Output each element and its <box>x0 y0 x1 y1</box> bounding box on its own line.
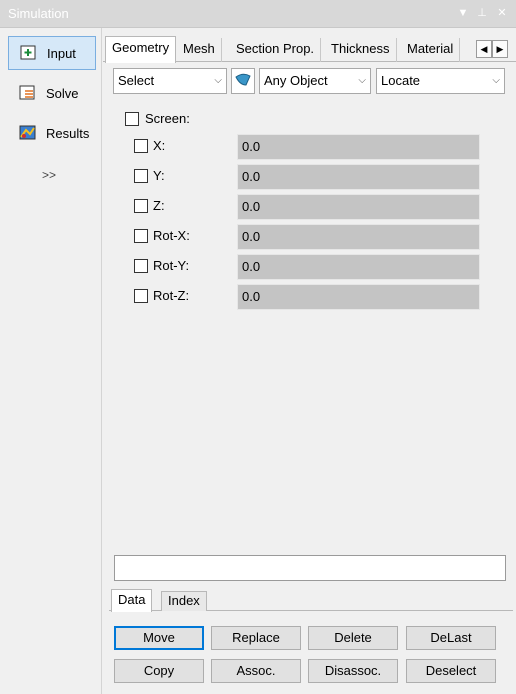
close-icon[interactable]: ✕ <box>494 5 510 21</box>
rot-y-label: Rot-Y: <box>153 258 190 273</box>
delete-button[interactable]: Delete <box>308 626 398 650</box>
selection-toolbar: Select ⌵ Any Object ⌵ Locate ⌵ <box>113 68 508 94</box>
tab-scroll-left-icon[interactable]: ◀ <box>476 40 492 58</box>
x-input[interactable]: 0.0 <box>237 134 480 160</box>
nav-label: Solve <box>46 85 79 101</box>
z-label: Z: <box>153 198 165 213</box>
solve-icon <box>18 84 38 102</box>
tab-material[interactable]: Material <box>401 38 461 62</box>
tab-thickness[interactable]: Thickness <box>325 38 397 62</box>
field-row-rot-y: Rot-Y: 0.0 <box>103 254 516 280</box>
y-input[interactable]: 0.0 <box>237 164 480 190</box>
tab-strip: Geometry Mesh Section Prop. Thickness Ma… <box>103 36 516 63</box>
rot-x-input[interactable]: 0.0 <box>237 224 480 250</box>
y-checkbox[interactable] <box>134 169 148 183</box>
disassoc-button[interactable]: Disassoc. <box>308 659 398 683</box>
field-row-y: Y: 0.0 <box>103 164 516 190</box>
copy-button[interactable]: Copy <box>114 659 204 683</box>
nav-item-solve[interactable]: Solve <box>8 76 96 110</box>
object-filter-dropdown[interactable]: Any Object ⌵ <box>259 68 371 94</box>
rot-z-label: Rot-Z: <box>153 288 190 303</box>
title-bar: Simulation ▼ ⊥ ✕ <box>0 0 516 28</box>
window-title: Simulation <box>8 6 69 21</box>
results-icon <box>18 124 38 142</box>
chevron-down-icon: ⌵ <box>492 75 500 86</box>
dropdown-icon[interactable]: ▼ <box>455 5 471 21</box>
locate-dropdown-value: Locate <box>381 73 421 88</box>
object-filter-value: Any Object <box>264 73 328 88</box>
rot-y-checkbox[interactable] <box>134 259 148 273</box>
screen-row: Screen: <box>103 107 516 131</box>
delast-button[interactable]: DeLast <box>406 626 496 650</box>
rot-x-checkbox[interactable] <box>134 229 148 243</box>
rot-x-label: Rot-X: <box>153 228 190 243</box>
nav-label: Results <box>46 125 90 141</box>
pin-icon[interactable]: ⊥ <box>474 5 490 21</box>
x-label: X: <box>153 138 166 153</box>
rot-y-input[interactable]: 0.0 <box>237 254 480 280</box>
tab-data[interactable]: Data <box>111 589 153 612</box>
left-nav-pane: Input Solve Results >> <box>0 28 102 694</box>
tab-section-prop[interactable]: Section Prop. <box>230 38 322 62</box>
replace-button[interactable]: Replace <box>211 626 301 650</box>
nav-item-results[interactable]: Results <box>8 116 96 150</box>
action-button-area: Move Replace Delete DeLast Copy Assoc. D… <box>109 612 513 694</box>
tab-scroll-right-icon[interactable]: ▶ <box>492 40 508 58</box>
input-icon <box>19 44 39 62</box>
field-row-rot-x: Rot-X: 0.0 <box>103 224 516 250</box>
message-field[interactable] <box>114 555 506 581</box>
nav-item-input[interactable]: Input <box>8 36 96 70</box>
screen-checkbox[interactable] <box>125 112 139 126</box>
field-row-rot-z: Rot-Z: 0.0 <box>103 284 516 310</box>
select-dropdown[interactable]: Select ⌵ <box>113 68 227 94</box>
expand-more-button[interactable]: >> <box>42 168 56 182</box>
rot-z-checkbox[interactable] <box>134 289 148 303</box>
select-dropdown-value: Select <box>118 73 155 88</box>
locate-dropdown[interactable]: Locate ⌵ <box>376 68 505 94</box>
chevron-down-icon: ⌵ <box>358 75 366 86</box>
field-row-z: Z: 0.0 <box>103 194 516 220</box>
filter-button[interactable] <box>231 68 255 94</box>
main-panel: Geometry Mesh Section Prop. Thickness Ma… <box>103 28 516 694</box>
tab-geometry[interactable]: Geometry <box>105 36 177 63</box>
bottom-tab-strip: Data Index <box>109 589 513 612</box>
assoc-button[interactable]: Assoc. <box>211 659 301 683</box>
rot-z-input[interactable]: 0.0 <box>237 284 480 310</box>
z-input[interactable]: 0.0 <box>237 194 480 220</box>
tab-index[interactable]: Index <box>161 591 207 611</box>
y-label: Y: <box>153 168 165 183</box>
tab-scroll-buttons: ◀ ▶ <box>476 40 508 58</box>
chevron-down-icon: ⌵ <box>214 75 222 86</box>
tab-mesh[interactable]: Mesh <box>177 38 222 62</box>
deselect-button[interactable]: Deselect <box>406 659 496 683</box>
screen-label: Screen: <box>145 111 190 126</box>
x-checkbox[interactable] <box>134 139 148 153</box>
filter-shape-icon <box>234 73 252 90</box>
z-checkbox[interactable] <box>134 199 148 213</box>
field-row-x: X: 0.0 <box>103 134 516 160</box>
nav-label: Input <box>47 45 76 61</box>
move-button[interactable]: Move <box>114 626 204 650</box>
